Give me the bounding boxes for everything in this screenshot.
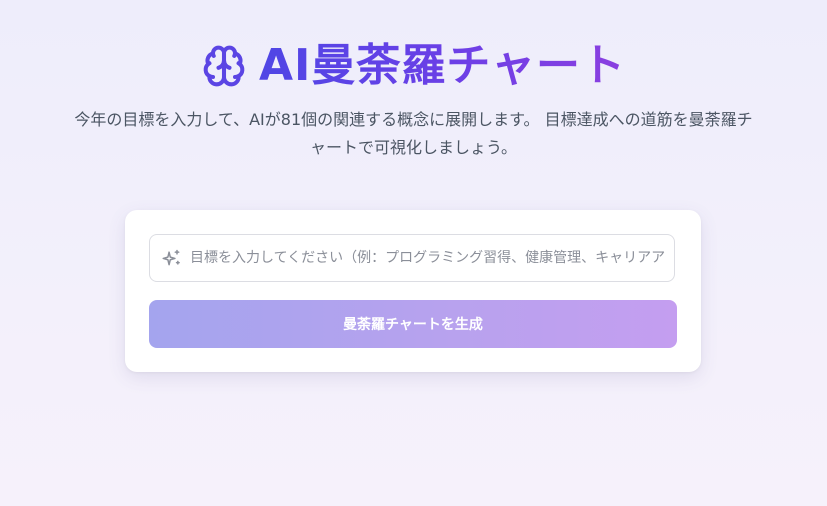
page-description: 今年の目標を入力して、AIが81個の関連する概念に展開します。 目標達成への道筋… bbox=[74, 110, 753, 157]
title-row: AI曼荼羅チャート bbox=[0, 38, 827, 94]
page-title: AI曼荼羅チャート bbox=[259, 38, 626, 94]
goal-input-wrapper[interactable] bbox=[149, 234, 675, 282]
goal-input[interactable] bbox=[190, 235, 666, 281]
brain-icon bbox=[201, 43, 247, 89]
sparkle-icon bbox=[162, 248, 182, 268]
generate-chart-button[interactable]: 曼荼羅チャートを生成 bbox=[149, 300, 677, 348]
page-header: AI曼荼羅チャート 今年の目標を入力して、AIが81個の関連する概念に展開します… bbox=[0, 38, 827, 162]
goal-form-card: 曼荼羅チャートを生成 bbox=[125, 210, 701, 372]
